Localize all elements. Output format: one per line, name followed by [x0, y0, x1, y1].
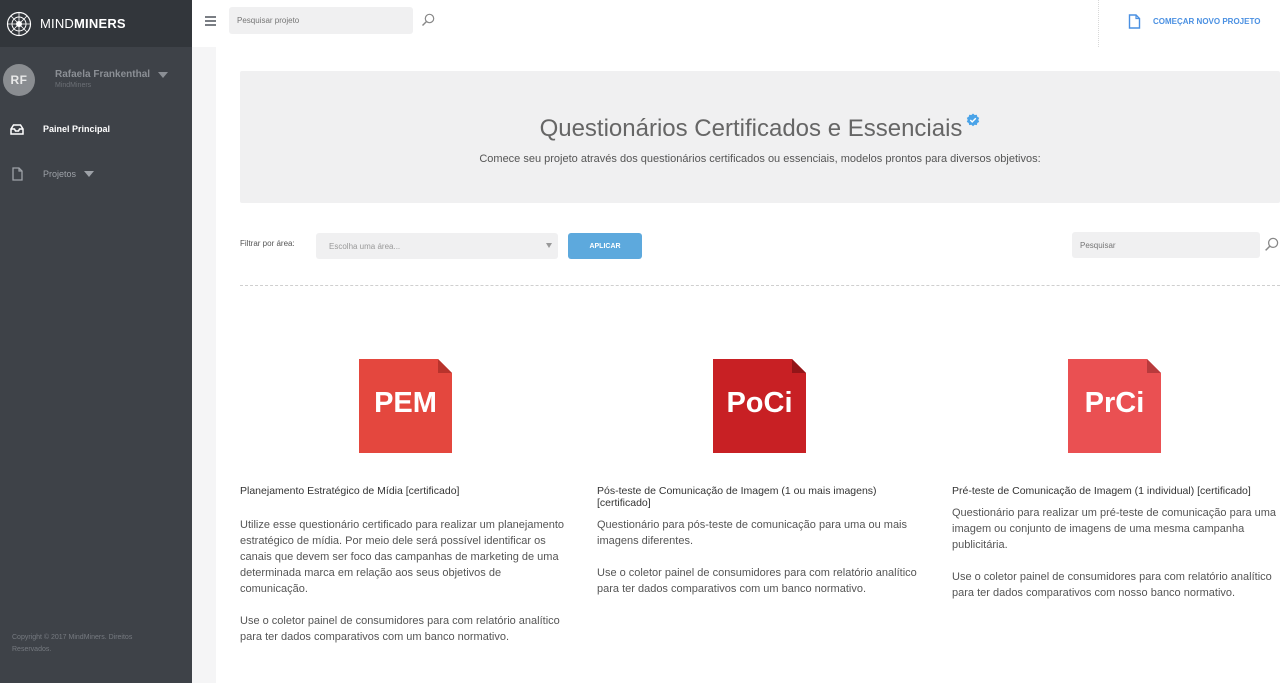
- user-menu[interactable]: RF Rafaela Frankenthal MindMiners: [3, 64, 169, 96]
- card-abbr: PrCi: [1084, 387, 1145, 419]
- page-title: Questionários Certificados e Essenciais: [240, 113, 1280, 143]
- card-title: Pós-teste de Comunicação de Imagem (1 ou…: [597, 485, 877, 509]
- search-icon[interactable]: [421, 13, 435, 27]
- avatar: RF: [3, 64, 35, 96]
- sidebar: MINDMINERS RF Rafaela Frankenthal MindMi…: [0, 0, 192, 683]
- caret-down-icon: [158, 71, 169, 78]
- search-input[interactable]: [1072, 232, 1260, 258]
- caret-down-icon: [84, 171, 95, 177]
- chevron-down-icon: [546, 243, 552, 248]
- poci-file-icon: PoCi: [713, 359, 806, 453]
- verified-badge-icon: [967, 113, 980, 127]
- area-select-value: Escolha uma área...: [329, 241, 401, 251]
- new-document-icon: [1128, 14, 1141, 29]
- card-description: Utilize esse questionário certificado pa…: [240, 519, 565, 643]
- user-org: MindMiners: [55, 82, 92, 89]
- mindminers-logo-icon: [6, 11, 32, 36]
- sidebar-item-label: Painel Principal: [43, 124, 111, 134]
- questionnaire-card-pem[interactable]: PEM Planejamento Estratégico de Mídia [c…: [240, 359, 565, 661]
- area-select[interactable]: Escolha uma área...: [316, 233, 558, 259]
- apply-button[interactable]: APLICAR: [568, 233, 642, 259]
- divider: [240, 285, 1280, 286]
- sidebar-item-projetos[interactable]: Projetos: [10, 167, 95, 181]
- dashboard-icon: [10, 124, 24, 135]
- card-title: Planejamento Estratégico de Mídia [certi…: [240, 485, 460, 497]
- new-project-button[interactable]: COMEÇAR NOVO PROJETO: [1128, 14, 1260, 29]
- logo[interactable]: MINDMINERS: [0, 0, 192, 47]
- card-abbr: PoCi: [726, 387, 793, 419]
- project-search-input[interactable]: [229, 7, 413, 34]
- user-name: Rafaela Frankenthal: [55, 69, 169, 80]
- main-content: Questionários Certificados e Essenciais …: [216, 47, 1280, 683]
- sidebar-item-painel-principal[interactable]: Painel Principal: [10, 122, 110, 136]
- questionnaire-card-prci[interactable]: PrCi Pré-teste de Comunicação de Imagem …: [952, 359, 1277, 617]
- pem-file-icon: PEM: [359, 359, 452, 453]
- card-description: Questionário para realizar um pré-teste …: [952, 507, 1277, 599]
- questionnaire-card-poci[interactable]: PoCi Pós-teste de Comunicação de Imagem …: [597, 359, 922, 613]
- document-icon: [12, 167, 23, 181]
- sidebar-item-label: Projetos: [43, 169, 77, 179]
- card-description: Questionário para pós-teste de comunicaç…: [597, 519, 917, 595]
- filter-label: Filtrar por área:: [240, 239, 295, 248]
- new-project-label: COMEÇAR NOVO PROJETO: [1153, 17, 1261, 26]
- hamburger-menu-icon[interactable]: [205, 16, 216, 28]
- hero-banner: Questionários Certificados e Essenciais …: [240, 71, 1280, 203]
- prci-file-icon: PrCi: [1068, 359, 1161, 453]
- page-subtitle: Comece seu projeto através dos questioná…: [479, 153, 1041, 165]
- card-abbr: PEM: [374, 387, 437, 419]
- copyright: Copyright © 2017 MindMiners. Direitos Re…: [12, 634, 133, 653]
- card-title: Pré-teste de Comunicação de Imagem (1 in…: [952, 485, 1251, 497]
- top-bar: COMEÇAR NOVO PROJETO: [192, 0, 1280, 47]
- divider: [1098, 0, 1099, 47]
- brand-name: MINDMINERS: [40, 16, 126, 31]
- search-icon[interactable]: [1264, 237, 1279, 252]
